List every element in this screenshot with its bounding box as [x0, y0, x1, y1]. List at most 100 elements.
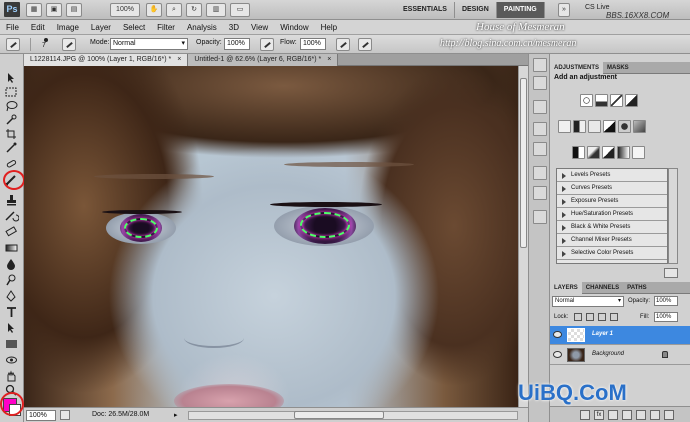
- menu-view[interactable]: View: [245, 20, 274, 34]
- history-brush-tool-icon[interactable]: [4, 210, 20, 222]
- hue-saturation-icon[interactable]: [573, 120, 586, 133]
- preset-selective-color[interactable]: Selective Color Presets: [557, 247, 667, 260]
- type-tool-icon[interactable]: [4, 306, 19, 318]
- menu-file[interactable]: File: [0, 20, 25, 34]
- clone-source-panel-icon[interactable]: [533, 186, 547, 200]
- eyedropper-tool-icon[interactable]: [4, 142, 19, 154]
- hand-tool-icon[interactable]: [4, 370, 19, 382]
- vibrance-icon[interactable]: [558, 120, 571, 133]
- lasso-tool-icon[interactable]: [4, 100, 19, 112]
- close-icon[interactable]: ×: [177, 56, 181, 63]
- menu-analysis[interactable]: Analysis: [181, 20, 223, 34]
- mini-bridge-icon[interactable]: ▣: [46, 3, 62, 17]
- status-zoom-field[interactable]: 100%: [26, 410, 56, 421]
- extras-icon[interactable]: ▤: [66, 3, 82, 17]
- hand-icon[interactable]: ✋: [146, 3, 162, 17]
- menu-help[interactable]: Help: [315, 20, 343, 34]
- posterize-icon[interactable]: [587, 146, 600, 159]
- workspace-design[interactable]: DESIGN: [455, 2, 497, 18]
- status-menu-arrow-icon[interactable]: ▸: [174, 411, 178, 419]
- opacity-field[interactable]: 100%: [224, 38, 250, 50]
- pressure-opacity-icon[interactable]: [260, 38, 274, 51]
- exposure-icon[interactable]: [625, 94, 638, 107]
- tool-presets-panel-icon[interactable]: [533, 210, 547, 224]
- menu-window[interactable]: Window: [274, 20, 314, 34]
- dodge-tool-icon[interactable]: [4, 274, 19, 286]
- scrollbar-thumb[interactable]: [520, 78, 527, 248]
- eraser-tool-icon[interactable]: [4, 226, 19, 238]
- link-icon[interactable]: [580, 410, 590, 420]
- canvas-vertical-scrollbar[interactable]: [518, 66, 528, 407]
- marquee-tool-icon[interactable]: [4, 86, 19, 98]
- threshold-icon[interactable]: [602, 146, 615, 159]
- tab-paths[interactable]: PATHS: [623, 282, 650, 294]
- healing-brush-tool-icon[interactable]: [4, 158, 19, 170]
- lock-position-icon[interactable]: [598, 313, 606, 321]
- close-icon[interactable]: ×: [327, 56, 331, 63]
- preset-curves[interactable]: Curves Presets: [557, 182, 667, 195]
- gradient-tool-icon[interactable]: [4, 242, 19, 254]
- clone-stamp-tool-icon[interactable]: [4, 194, 19, 206]
- lock-all-icon[interactable]: [610, 313, 618, 321]
- adjustment-icon[interactable]: [622, 410, 632, 420]
- history-panel-icon[interactable]: [533, 58, 547, 72]
- screen-mode-icon[interactable]: ▭: [230, 3, 250, 17]
- blend-mode-select[interactable]: Normal ▾: [552, 296, 624, 307]
- gradient-map-icon[interactable]: [617, 146, 630, 159]
- tab-masks[interactable]: MASKS: [603, 62, 633, 74]
- preset-exposure[interactable]: Exposure Presets: [557, 195, 667, 208]
- tab-channels[interactable]: CHANNELS: [582, 282, 623, 294]
- flow-field[interactable]: 100%: [300, 38, 326, 50]
- tab-untitled-1[interactable]: Untitled-1 @ 62.6% (Layer 6, RGB/16*) * ×: [188, 54, 339, 66]
- preset-black-white[interactable]: Black & White Presets: [557, 221, 667, 234]
- tab-layers[interactable]: LAYERS: [550, 282, 582, 294]
- path-selection-tool-icon[interactable]: [4, 322, 19, 334]
- arrange-documents-icon[interactable]: ▥: [206, 3, 226, 17]
- pressure-size-icon[interactable]: [358, 38, 372, 51]
- blur-tool-icon[interactable]: [4, 258, 19, 270]
- invert-icon[interactable]: [572, 146, 585, 159]
- document-canvas[interactable]: [24, 66, 518, 407]
- crop-tool-icon[interactable]: [4, 128, 19, 140]
- brightness-contrast-icon[interactable]: [580, 94, 593, 107]
- presets-scrollbar[interactable]: [668, 168, 678, 264]
- layer-row-layer-1[interactable]: Layer 1: [550, 326, 690, 345]
- workspace-essentials[interactable]: ESSENTIALS: [396, 2, 455, 18]
- black-white-icon[interactable]: [603, 120, 616, 133]
- pen-tool-icon[interactable]: [4, 290, 19, 302]
- levels-icon[interactable]: [595, 94, 608, 107]
- panel-options-icon[interactable]: [664, 268, 678, 278]
- zoom-icon[interactable]: ⌕: [166, 3, 182, 17]
- eye-icon[interactable]: [553, 331, 562, 338]
- workspace-painting[interactable]: PAINTING: [496, 2, 545, 18]
- swatches-panel-icon[interactable]: [533, 100, 547, 114]
- move-tool-icon[interactable]: [4, 72, 19, 84]
- selective-color-icon[interactable]: [632, 146, 645, 159]
- color-balance-icon[interactable]: [588, 120, 601, 133]
- actions-panel-icon[interactable]: [533, 76, 547, 90]
- brush-size-preview[interactable]: 7: [42, 37, 48, 49]
- cs-live-button[interactable]: CS Live: [585, 4, 610, 11]
- mode-select[interactable]: Normal ▾: [110, 38, 188, 50]
- status-info-icon[interactable]: [60, 410, 70, 420]
- layer-opacity-field[interactable]: 100%: [654, 296, 678, 306]
- preset-hue-saturation[interactable]: Hue/Saturation Presets: [557, 208, 667, 221]
- menu-edit[interactable]: Edit: [25, 20, 51, 34]
- document-size-info[interactable]: Doc: 26.5M/28.0M: [92, 411, 149, 418]
- 3d-rotate-tool-icon[interactable]: [4, 354, 19, 366]
- fx-icon[interactable]: fx: [594, 410, 604, 420]
- brush-tool-preset-icon[interactable]: [6, 38, 20, 51]
- trash-icon[interactable]: [664, 410, 674, 420]
- lock-pixels-icon[interactable]: [586, 313, 594, 321]
- curves-icon[interactable]: [610, 94, 623, 107]
- tab-l1228114[interactable]: L1228114.JPG @ 100% (Layer 1, RGB/16*) *…: [24, 54, 189, 66]
- channel-mixer-icon[interactable]: [633, 120, 646, 133]
- menu-layer[interactable]: Layer: [85, 20, 117, 34]
- character-panel-icon[interactable]: [533, 122, 547, 136]
- rotate-view-icon[interactable]: ↻: [186, 3, 202, 17]
- photo-filter-icon[interactable]: [618, 120, 631, 133]
- menu-3d[interactable]: 3D: [223, 20, 245, 34]
- menu-filter[interactable]: Filter: [151, 20, 181, 34]
- layer-row-background[interactable]: Background: [550, 346, 690, 365]
- paragraph-panel-icon[interactable]: [533, 142, 547, 156]
